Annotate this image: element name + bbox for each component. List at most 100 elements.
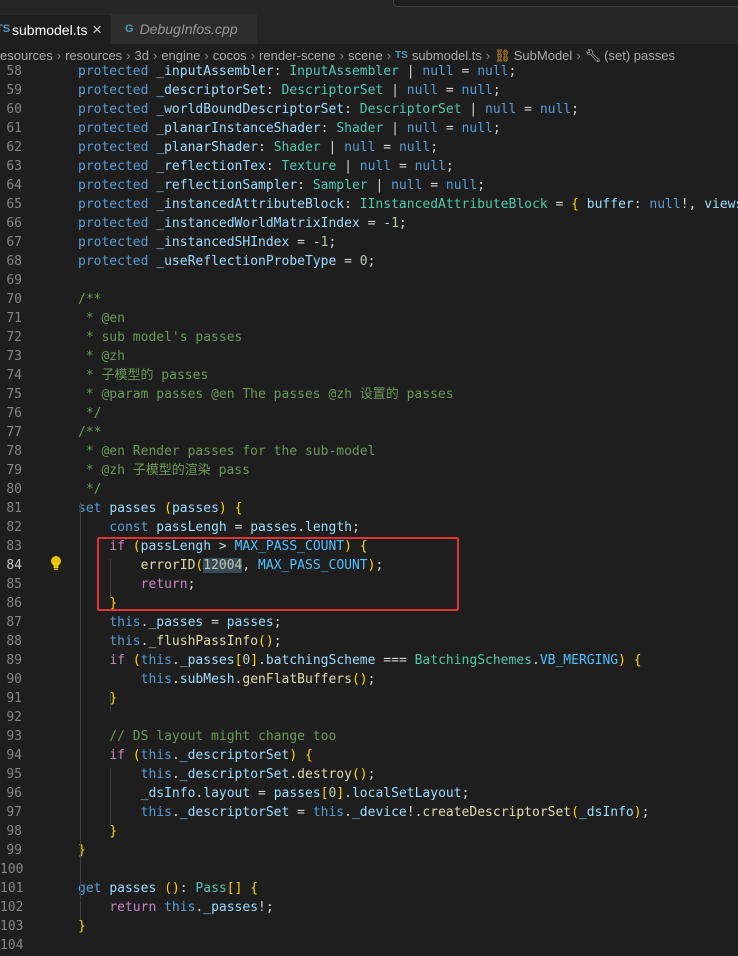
code-line[interactable]: 59 protected _descriptorSet: DescriptorSe…	[0, 81, 738, 100]
code-line[interactable]: 93 // DS layout might change too	[0, 727, 738, 746]
code-text[interactable]: protected _instancedWorldMatrixIndex = -…	[78, 214, 407, 233]
code-line[interactable]: 67 protected _instancedSHIndex = -1;	[0, 233, 738, 252]
code-text[interactable]: protected _reflectionSampler: Sampler | …	[78, 176, 485, 195]
code-line[interactable]: 102 return this._passes!;	[0, 898, 738, 917]
code-text[interactable]: * @en	[78, 309, 125, 328]
line-number: 61	[6, 121, 22, 136]
code-text[interactable]: const passLengh = passes.length;	[78, 518, 360, 537]
tab-submodel-ts[interactable]: TS submodel.ts ×	[0, 14, 110, 44]
code-text[interactable]: /**	[78, 423, 101, 442]
code-text[interactable]: }	[78, 689, 117, 708]
code-line[interactable]: 73 * @zh	[0, 347, 738, 366]
code-text[interactable]: protected _worldBoundDescriptorSet: Desc…	[78, 100, 579, 119]
code-text[interactable]: protected _inputAssembler: InputAssemble…	[78, 62, 516, 81]
lightbulb-icon[interactable]	[49, 555, 63, 571]
code-text[interactable]: // DS layout might change too	[78, 727, 336, 746]
code-line[interactable]: 61 protected _planarInstanceShader: Shade…	[0, 119, 738, 138]
code-line[interactable]: 70 /**	[0, 290, 738, 309]
line-number: 77	[6, 425, 22, 440]
code-line[interactable]: 65 protected _instancedAttributeBlock: II…	[0, 195, 738, 214]
code-text[interactable]: set passes (passes) {	[78, 499, 242, 518]
code-line[interactable]: 79 * @zh 子模型的渲染 pass	[0, 461, 738, 480]
line-number: 78	[6, 444, 22, 459]
code-line[interactable]: 76 */	[0, 404, 738, 423]
code-line[interactable]: 88 this._flushPassInfo();	[0, 632, 738, 651]
code-text[interactable]: * @zh 子模型的渲染 pass	[78, 461, 250, 480]
code-line[interactable]: 78 * @en Render passes for the sub-model	[0, 442, 738, 461]
line-number: 97	[6, 805, 22, 820]
code-text[interactable]: /**	[78, 290, 101, 309]
code-line[interactable]: 104	[0, 936, 738, 955]
code-text[interactable]: protected _instancedSHIndex = -1;	[78, 233, 336, 252]
code-line[interactable]: 75 * @param passes @en The passes @zh 设置…	[0, 385, 738, 404]
code-text[interactable]: _dsInfo.layout = passes[0].localSetLayou…	[78, 784, 470, 803]
code-text[interactable]: protected _instancedAttributeBlock: IIns…	[78, 195, 738, 214]
line-number: 63	[6, 159, 22, 174]
code-text[interactable]: if (this._passes[0].batchingScheme === B…	[78, 651, 641, 670]
code-text[interactable]: * sub model's passes	[78, 328, 243, 347]
code-line[interactable]: 101 get passes (): Pass[] {	[0, 879, 738, 898]
code-text[interactable]: */	[78, 404, 102, 423]
code-line[interactable]: 82 const passLengh = passes.length;	[0, 518, 738, 537]
code-text[interactable]: * @param passes @en The passes @zh 设置的 p…	[78, 385, 454, 404]
code-line[interactable]: 63 protected _reflectionTex: Texture | nu…	[0, 157, 738, 176]
code-text[interactable]: * @zh	[78, 347, 125, 366]
code-line[interactable]: 94 if (this._descriptorSet) {	[0, 746, 738, 765]
code-text[interactable]: }	[78, 822, 117, 841]
code-editor[interactable]: 58 protected _inputAssembler: InputAssemb…	[0, 62, 738, 956]
code-line[interactable]: 74 * 子模型的 passes	[0, 366, 738, 385]
code-line[interactable]: 99}	[0, 841, 738, 860]
line-number: 104	[0, 938, 24, 953]
code-text[interactable]: this._descriptorSet.destroy();	[78, 765, 376, 784]
code-text[interactable]: return this._passes!;	[78, 898, 273, 917]
line-number: 60	[6, 102, 22, 117]
code-text[interactable]: protected _planarShader: Shader | null =…	[78, 138, 438, 157]
indent-guide	[80, 502, 81, 900]
typescript-file-icon: TS	[0, 23, 11, 35]
line-number: 84	[6, 558, 22, 573]
code-text[interactable]: get passes (): Pass[] {	[78, 879, 258, 898]
code-line[interactable]: 81 set passes (passes) {	[0, 499, 738, 518]
code-text[interactable]: if (this._descriptorSet) {	[78, 746, 313, 765]
line-number: 103	[0, 919, 24, 934]
code-line[interactable]: 62 protected _planarShader: Shader | null…	[0, 138, 738, 157]
code-text[interactable]: this._descriptorSet = this._device!.crea…	[78, 803, 650, 822]
code-line[interactable]: 71 * @en	[0, 309, 738, 328]
line-number: 98	[6, 824, 22, 839]
code-line[interactable]: 87 this._passes = passes;	[0, 613, 738, 632]
line-number: 66	[6, 216, 22, 231]
code-line[interactable]: 60 protected _worldBoundDescriptorSet: De…	[0, 100, 738, 119]
code-text[interactable]: this._passes = passes;	[78, 613, 281, 632]
code-line[interactable]: 69	[0, 271, 738, 290]
code-text[interactable]: protected _planarInstanceShader: Shader …	[78, 119, 501, 138]
code-line[interactable]: 90 this.subMesh.genFlatBuffers();	[0, 670, 738, 689]
close-icon[interactable]: ×	[92, 20, 102, 40]
line-number: 62	[6, 140, 22, 155]
code-line[interactable]: 58 protected _inputAssembler: InputAssemb…	[0, 62, 738, 81]
code-text[interactable]: this._flushPassInfo();	[78, 632, 281, 651]
code-line[interactable]: 66 protected _instancedWorldMatrixIndex =…	[0, 214, 738, 233]
code-text[interactable]: protected _descriptorSet: DescriptorSet …	[78, 81, 501, 100]
code-text[interactable]: protected _reflectionTex: Texture | null…	[78, 157, 454, 176]
code-line[interactable]: 68 protected _useReflectionProbeType = 0;	[0, 252, 738, 271]
line-number: 100	[0, 862, 24, 877]
code-text[interactable]: this.subMesh.genFlatBuffers();	[78, 670, 376, 689]
code-text[interactable]: * 子模型的 passes	[78, 366, 208, 385]
code-line[interactable]: 89 if (this._passes[0].batchingScheme ==…	[0, 651, 738, 670]
code-line[interactable]: 100	[0, 860, 738, 879]
code-line[interactable]: 64 protected _reflectionSampler: Sampler …	[0, 176, 738, 195]
code-line[interactable]: 103}	[0, 917, 738, 936]
code-text[interactable]: */	[78, 480, 102, 499]
command-center[interactable]	[393, 0, 738, 7]
highlight-box	[97, 537, 459, 611]
line-number: 80	[6, 482, 22, 497]
tab-debuginfos-cpp[interactable]: G DebugInfos.cpp	[111, 14, 257, 44]
line-number: 99	[6, 843, 22, 858]
code-line[interactable]: 77 /**	[0, 423, 738, 442]
code-line[interactable]: 72 * sub model's passes	[0, 328, 738, 347]
line-number: 86	[6, 596, 22, 611]
line-number: 96	[6, 786, 22, 801]
code-text[interactable]: protected _useReflectionProbeType = 0;	[78, 252, 375, 271]
code-line[interactable]: 80 */	[0, 480, 738, 499]
code-text[interactable]: * @en Render passes for the sub-model	[78, 442, 376, 461]
